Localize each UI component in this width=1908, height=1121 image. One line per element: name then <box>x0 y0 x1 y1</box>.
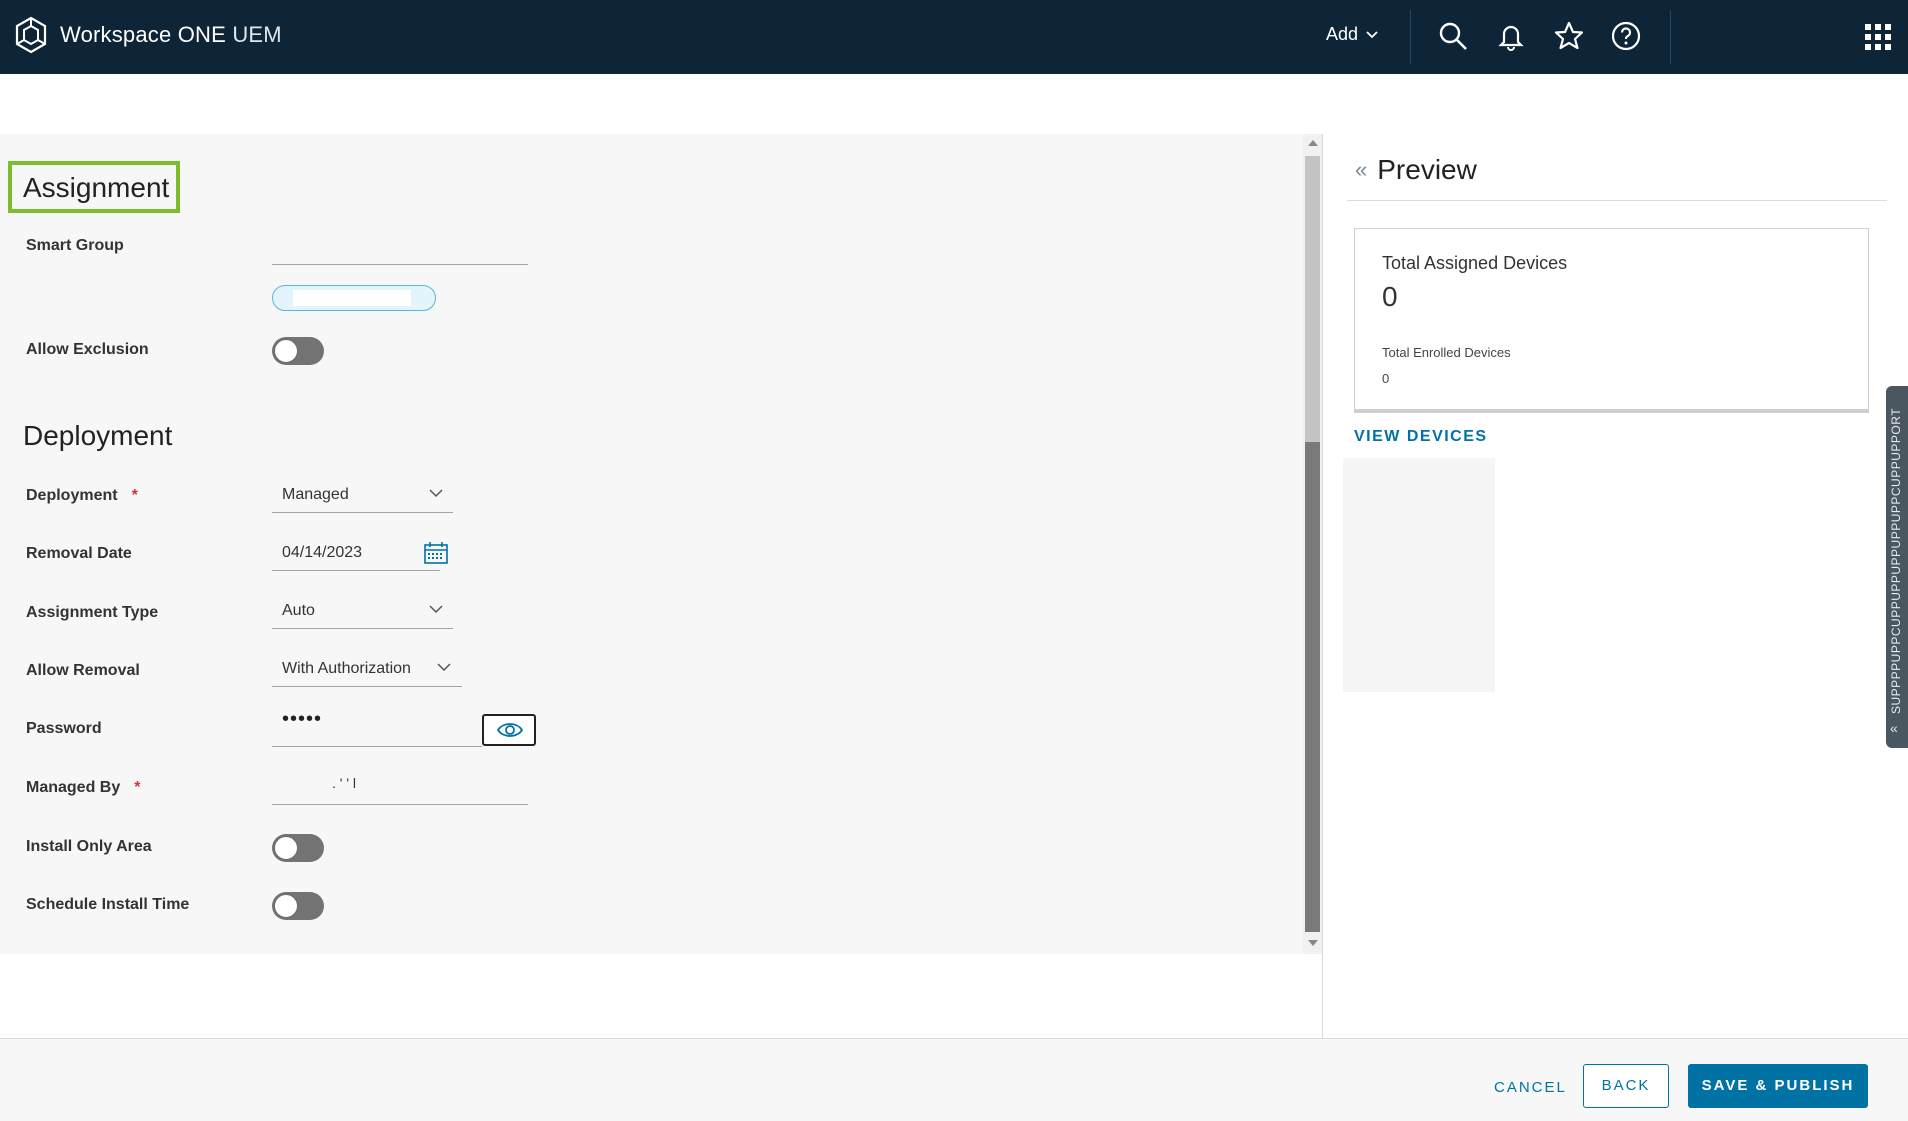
assignment-type-label: Assignment Type <box>26 604 159 621</box>
assignment-form: Assignment Smart Group Allow Exclusion D… <box>0 134 1303 954</box>
managed-by-label: Managed By * <box>26 779 140 797</box>
deployment-underline <box>272 512 453 513</box>
support-side-tab[interactable]: SUPPPPUPPCUPPUPPUPPUPPUPPCUPPUPPORT « <box>1886 386 1908 748</box>
calendar-icon[interactable] <box>424 542 448 569</box>
topbar-divider <box>1410 10 1411 64</box>
deployment-label-text: Deployment <box>26 487 118 504</box>
install-only-area-label: Install Only Area <box>26 838 152 855</box>
save-and-publish-button[interactable]: SAVE & PUBLISH <box>1688 1064 1868 1108</box>
allow-exclusion-label: Allow Exclusion <box>26 341 149 358</box>
preview-divider <box>1347 200 1887 201</box>
scroll-track[interactable] <box>1305 156 1320 442</box>
sub-header <box>0 74 1908 135</box>
add-menu-button[interactable]: Add <box>1326 24 1378 45</box>
search-icon[interactable] <box>1437 20 1469 52</box>
expand-support-icon: « <box>1890 720 1898 736</box>
required-marker: * <box>134 779 141 796</box>
scroll-thumb[interactable] <box>1305 442 1320 932</box>
assignment-type-value: Auto <box>282 602 315 619</box>
required-marker: * <box>131 487 138 504</box>
add-menu-label: Add <box>1326 24 1359 44</box>
app-title-product: UEM <box>232 22 282 47</box>
allow-removal-label: Allow Removal <box>26 662 140 679</box>
help-icon[interactable] <box>1610 20 1642 52</box>
deployment-select[interactable]: Managed <box>272 486 453 512</box>
assignment-section-title: Assignment <box>23 172 170 203</box>
brand[interactable]: Workspace ONE UEM <box>14 16 282 54</box>
form-scrollbar[interactable] <box>1303 134 1322 954</box>
smart-group-input[interactable] <box>272 264 528 265</box>
allow-removal-underline <box>272 686 462 687</box>
deployment-label: Deployment * <box>26 487 138 505</box>
view-devices-link[interactable]: VIEW DEVICES <box>1354 428 1488 446</box>
show-password-button[interactable] <box>482 714 536 746</box>
back-button[interactable]: BACK <box>1583 1064 1669 1108</box>
cancel-button[interactable]: CANCEL <box>1494 1079 1567 1096</box>
preview-title: Preview <box>1377 154 1477 185</box>
toggle-knob <box>274 894 298 918</box>
schedule-install-time-toggle[interactable] <box>272 892 324 920</box>
collapse-preview-icon[interactable]: « <box>1355 157 1367 183</box>
chevron-down-icon <box>429 605 443 614</box>
app-launcher-grid-icon[interactable] <box>1865 24 1891 50</box>
password-input[interactable]: ••••• <box>282 708 322 731</box>
removal-date-input[interactable]: 04/14/2023 <box>282 544 362 562</box>
managed-by-underline <box>272 804 528 805</box>
scroll-up-arrow-icon[interactable] <box>1308 140 1318 146</box>
favorites-star-icon[interactable] <box>1553 20 1585 52</box>
app-title: Workspace ONE UEM <box>60 22 282 48</box>
removal-date-underline <box>272 570 440 571</box>
footer-actions: CANCEL BACK SAVE & PUBLISH <box>0 1038 1908 1121</box>
assignment-type-underline <box>272 628 453 629</box>
password-underline <box>272 746 482 747</box>
chevron-down-icon <box>429 489 443 498</box>
notifications-bell-icon[interactable] <box>1495 20 1527 52</box>
install-only-area-toggle[interactable] <box>272 834 324 862</box>
removal-date-label: Removal Date <box>26 545 132 562</box>
workspace-one-logo-icon <box>14 16 48 54</box>
deployment-section-title: Deployment <box>23 420 173 451</box>
password-label: Password <box>26 720 102 737</box>
deployment-value: Managed <box>282 486 349 503</box>
eye-icon <box>497 723 523 737</box>
smart-group-chip-redacted <box>293 290 411 306</box>
app-title-main: Workspace ONE <box>60 22 227 47</box>
allow-removal-value: With Authorization <box>282 660 411 677</box>
assignment-type-select[interactable]: Auto <box>272 602 453 628</box>
total-enrolled-devices-label: Total Enrolled Devices <box>1382 345 1511 360</box>
preview-panel: « Preview Total Assigned Devices 0 Total… <box>1323 134 1908 1038</box>
device-summary-card: Total Assigned Devices 0 Total Enrolled … <box>1354 228 1869 410</box>
scroll-down-arrow-icon[interactable] <box>1308 940 1318 946</box>
top-navigation-bar: Workspace ONE UEM Add <box>0 0 1908 74</box>
chevron-down-icon <box>1366 30 1378 38</box>
allow-exclusion-toggle[interactable] <box>272 337 324 365</box>
topbar-divider <box>1670 10 1671 64</box>
allow-removal-select[interactable]: With Authorization <box>272 660 462 686</box>
chevron-down-icon <box>437 663 451 672</box>
preview-header: « Preview <box>1355 154 1477 186</box>
support-tab-label: SUPPPPUPPCUPPUPPUPPUPPUPPCUPPUPPORT <box>1889 407 1903 714</box>
managed-by-input[interactable]: . ' ' l <box>332 775 356 791</box>
toggle-knob <box>274 339 298 363</box>
total-assigned-devices-value: 0 <box>1382 281 1398 312</box>
managed-by-label-text: Managed By <box>26 779 121 796</box>
smart-group-chip[interactable] <box>272 285 436 311</box>
smart-group-label: Smart Group <box>26 237 124 254</box>
toggle-knob <box>274 836 298 860</box>
schedule-install-time-label: Schedule Install Time <box>26 896 190 913</box>
device-list-placeholder <box>1343 458 1495 692</box>
total-assigned-devices-label: Total Assigned Devices <box>1382 253 1568 273</box>
total-enrolled-devices-value: 0 <box>1382 371 1390 386</box>
